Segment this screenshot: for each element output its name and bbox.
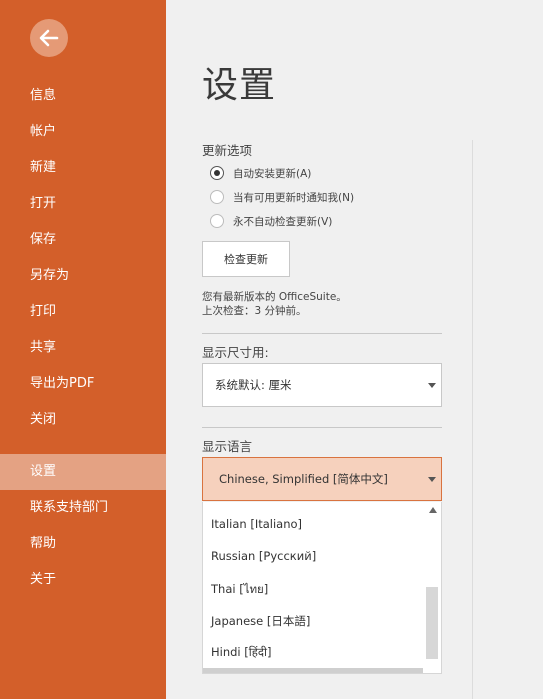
sidebar-item-about[interactable]: 关于 bbox=[0, 562, 166, 598]
radio-button[interactable] bbox=[210, 214, 224, 228]
chevron-down-icon bbox=[428, 383, 436, 388]
radio-notify[interactable]: 当有可用更新时通知我(N) bbox=[210, 188, 354, 206]
back-button[interactable] bbox=[30, 19, 68, 57]
sidebar-item-open[interactable]: 打开 bbox=[0, 186, 166, 222]
sidebar-item-save[interactable]: 保存 bbox=[0, 222, 166, 258]
language-label: 显示语言 bbox=[202, 439, 253, 454]
sidebar-item-share[interactable]: 共享 bbox=[0, 330, 166, 366]
radio-auto-install[interactable]: 自动安装更新(A) bbox=[210, 164, 311, 182]
divider bbox=[202, 333, 442, 334]
language-option-partial[interactable] bbox=[203, 668, 423, 673]
radio-button-checked[interactable] bbox=[210, 166, 224, 180]
divider-vertical bbox=[472, 140, 473, 699]
sidebar: 信息 帐户 新建 打开 保存 另存为 打印 共享 导出为PDF 关闭 设置 联系… bbox=[0, 0, 166, 699]
units-label: 显示尺寸用: bbox=[202, 345, 269, 360]
sidebar-item-close[interactable]: 关闭 bbox=[0, 402, 166, 438]
sidebar-item-settings[interactable]: 设置 bbox=[0, 454, 166, 490]
language-option-italian[interactable]: Italian [Italiano] bbox=[211, 517, 302, 531]
language-option-thai[interactable]: Thai [ไทย] bbox=[211, 581, 268, 599]
update-options-label: 更新选项 bbox=[202, 143, 253, 158]
sidebar-item-help[interactable]: 帮助 bbox=[0, 526, 166, 562]
radio-label: 当有可用更新时通知我(N) bbox=[233, 191, 355, 204]
language-option-russian[interactable]: Russian [Русский] bbox=[211, 549, 316, 563]
radio-label: 永不自动检查更新(V) bbox=[233, 215, 333, 228]
units-select[interactable]: 系统默认: 厘米 bbox=[202, 363, 442, 407]
page-title: 设置 bbox=[202, 65, 277, 106]
divider bbox=[202, 427, 442, 428]
sidebar-item-export-pdf[interactable]: 导出为PDF bbox=[0, 366, 166, 402]
language-option-japanese[interactable]: Japanese [日本語] bbox=[211, 613, 310, 629]
scroll-up-arrow-icon[interactable] bbox=[429, 507, 437, 513]
update-status-text: 您有最新版本的 OfficeSuite。 bbox=[202, 291, 347, 303]
settings-panel: 设置 更新选项 自动安装更新(A) 当有可用更新时通知我(N) 永不自动检查更新… bbox=[166, 0, 543, 699]
check-updates-button[interactable]: 检查更新 bbox=[202, 241, 290, 277]
sidebar-item-save-as[interactable]: 另存为 bbox=[0, 258, 166, 294]
language-select-value: Chinese, Simplified [简体中文] bbox=[219, 472, 388, 486]
sidebar-item-new[interactable]: 新建 bbox=[0, 150, 166, 186]
radio-button[interactable] bbox=[210, 190, 224, 204]
radio-never-check[interactable]: 永不自动检查更新(V) bbox=[210, 212, 332, 230]
chevron-down-icon bbox=[428, 477, 436, 482]
sidebar-item-info[interactable]: 信息 bbox=[0, 78, 166, 114]
sidebar-item-account[interactable]: 帐户 bbox=[0, 114, 166, 150]
last-check-text: 上次检查：3 分钟前。 bbox=[202, 305, 307, 317]
sidebar-item-print[interactable]: 打印 bbox=[0, 294, 166, 330]
sidebar-nav: 信息 帐户 新建 打开 保存 另存为 打印 共享 导出为PDF 关闭 设置 联系… bbox=[0, 78, 166, 598]
arrow-left-icon bbox=[39, 29, 59, 47]
language-dropdown-list: Italian [Italiano] Russian [Русский] Tha… bbox=[202, 502, 442, 674]
scrollbar-thumb[interactable] bbox=[426, 587, 438, 659]
units-select-value: 系统默认: 厘米 bbox=[215, 378, 292, 392]
sidebar-item-contact-support[interactable]: 联系支持部门 bbox=[0, 490, 166, 526]
language-option-hindi[interactable]: Hindi [हिंदी] bbox=[211, 645, 271, 660]
dropdown-scrollbar[interactable] bbox=[423, 502, 441, 673]
language-select[interactable]: Chinese, Simplified [简体中文] bbox=[202, 457, 442, 501]
radio-label: 自动安装更新(A) bbox=[233, 167, 312, 180]
